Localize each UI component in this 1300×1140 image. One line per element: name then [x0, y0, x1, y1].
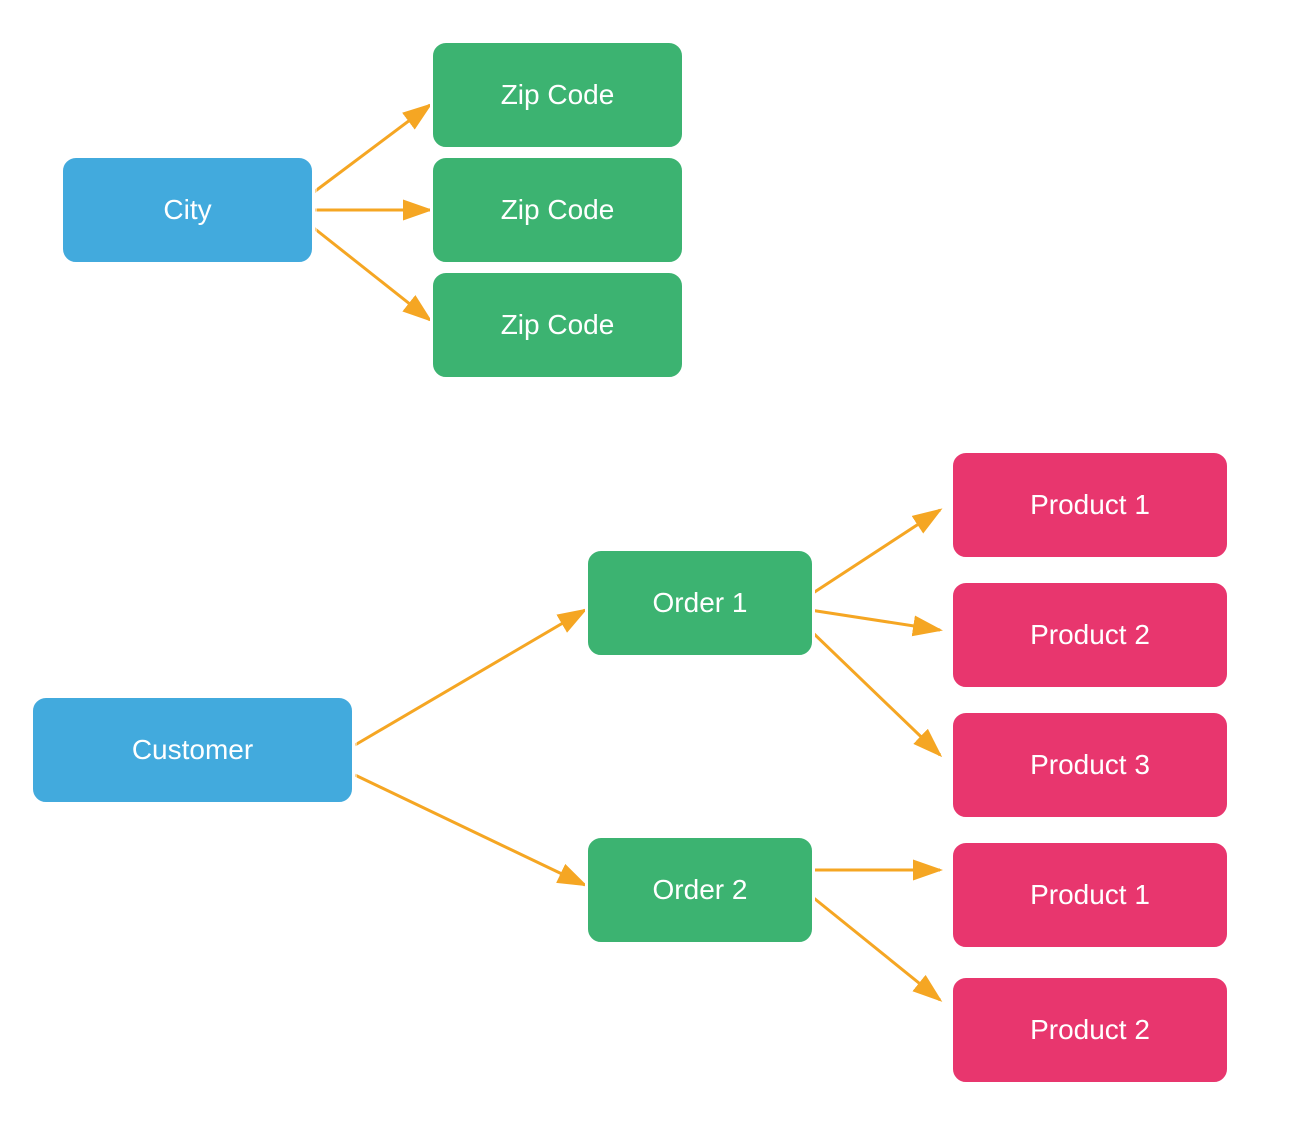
zip2-node: Zip Code: [430, 155, 685, 265]
product1-order1-node: Product 1: [950, 450, 1230, 560]
zip2-label: Zip Code: [501, 194, 615, 226]
city-node: City: [60, 155, 315, 265]
zip1-label: Zip Code: [501, 79, 615, 111]
product1-order1-label: Product 1: [1030, 489, 1150, 521]
city-label: City: [163, 194, 211, 226]
product2-order2-node: Product 2: [950, 975, 1230, 1085]
product3-order1-node: Product 3: [950, 710, 1230, 820]
zip3-label: Zip Code: [501, 309, 615, 341]
customer-label: Customer: [132, 734, 253, 766]
order1-label: Order 1: [653, 587, 748, 619]
product1-order2-node: Product 1: [950, 840, 1230, 950]
product3-order1-label: Product 3: [1030, 749, 1150, 781]
customer-node: Customer: [30, 695, 355, 805]
order2-node: Order 2: [585, 835, 815, 945]
order2-label: Order 2: [653, 874, 748, 906]
product2-order1-node: Product 2: [950, 580, 1230, 690]
order1-node: Order 1: [585, 548, 815, 658]
zip1-node: Zip Code: [430, 40, 685, 150]
product1-order2-label: Product 1: [1030, 879, 1150, 911]
zip3-node: Zip Code: [430, 270, 685, 380]
diagram: City Zip Code Zip Code Zip Code Customer…: [0, 0, 1300, 1140]
product2-order2-label: Product 2: [1030, 1014, 1150, 1046]
product2-order1-label: Product 2: [1030, 619, 1150, 651]
